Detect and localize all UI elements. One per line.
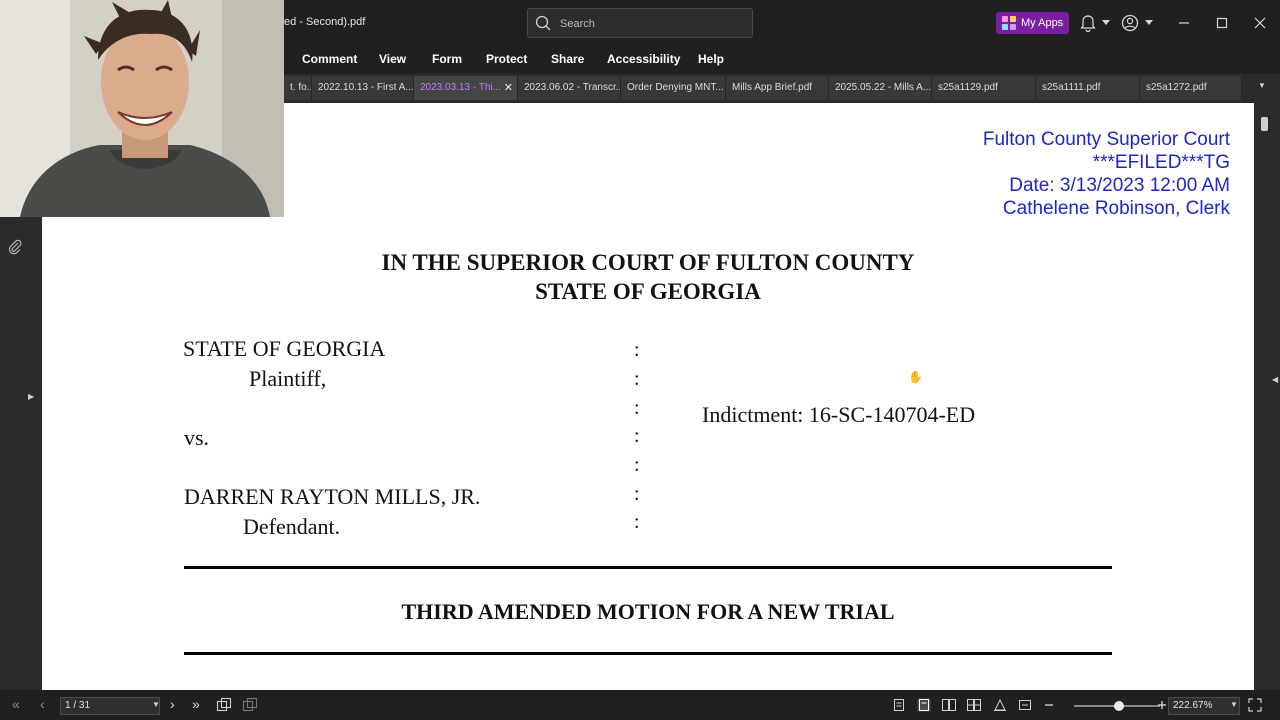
tab-document[interactable]: t. fo... bbox=[284, 76, 312, 100]
my-apps-button[interactable]: My Apps bbox=[996, 12, 1069, 34]
search-box[interactable] bbox=[527, 8, 753, 38]
chevron-down-icon[interactable] bbox=[1102, 20, 1110, 26]
motion-title: THIRD AMENDED MOTION FOR A NEW TRIAL bbox=[401, 599, 895, 624]
two-page-continuous-icon[interactable] bbox=[967, 698, 981, 712]
versus-text: vs. bbox=[184, 425, 210, 450]
caption-colon: : bbox=[634, 368, 640, 390]
menu-protect[interactable]: Protect bbox=[486, 52, 527, 66]
court-name: IN THE SUPERIOR COURT OF FULTON COUNTY bbox=[381, 250, 915, 275]
tab-label: t. fo... bbox=[290, 82, 312, 93]
menu-share[interactable]: Share bbox=[551, 52, 584, 66]
expand-right-panel-icon[interactable]: ◀ bbox=[1272, 375, 1278, 384]
maximize-icon[interactable] bbox=[1211, 12, 1233, 34]
single-page-view-icon[interactable] bbox=[892, 698, 906, 712]
defendant-role: Defendant. bbox=[243, 514, 341, 539]
tab-label: Order Denying MNT... bbox=[627, 82, 724, 93]
efiling-stamp: Fulton County Superior Court ***EFILED**… bbox=[983, 128, 1230, 220]
expand-left-panel-icon[interactable]: ▶ bbox=[28, 392, 34, 401]
attachment-icon[interactable] bbox=[8, 239, 22, 255]
tab-document[interactable]: s25a1272.pdf bbox=[1140, 76, 1242, 100]
zoom-in-icon[interactable] bbox=[1155, 698, 1169, 712]
left-sidebar bbox=[0, 217, 30, 690]
menu-form[interactable]: Form bbox=[432, 52, 462, 66]
menu-view[interactable]: View bbox=[379, 52, 406, 66]
stamp-line: ***EFILED***TG bbox=[1092, 152, 1230, 173]
caption-colon: : bbox=[634, 397, 640, 419]
last-page-icon[interactable]: » bbox=[192, 697, 200, 711]
tab-label: Mills App Brief.pdf bbox=[732, 82, 813, 93]
tab-document[interactable]: 2022.10.13 - First A... bbox=[312, 76, 414, 100]
tab-document[interactable]: 2023.06.02 - Transcr... bbox=[518, 76, 621, 100]
tab-label: 2023.06.02 - Transcr... bbox=[524, 82, 621, 93]
chevron-down-icon[interactable]: ▼ bbox=[1230, 700, 1238, 709]
caption-colon: : bbox=[634, 483, 640, 505]
tab-label: s25a1129.pdf bbox=[938, 82, 998, 93]
vertical-scrollbar[interactable] bbox=[1258, 103, 1272, 690]
court-state: STATE OF GEORGIA bbox=[535, 279, 761, 304]
next-page-icon[interactable]: › bbox=[170, 697, 175, 711]
search-icon bbox=[535, 15, 551, 31]
menu-bar: Comment View Form Protect Share Accessib… bbox=[284, 46, 1280, 74]
divider-rule bbox=[184, 652, 1112, 655]
caption-colon: : bbox=[634, 425, 640, 447]
divider-rule bbox=[184, 566, 1112, 569]
court-heading: IN THE SUPERIOR COURT OF FULTON COUNTY S… bbox=[42, 248, 1254, 306]
chevron-down-icon[interactable]: ▼ bbox=[152, 700, 160, 709]
stamp-line: Date: 3/13/2023 12:00 AM bbox=[1009, 175, 1230, 196]
pdf-editor-window: ed - Second).pdf My Apps Comme bbox=[0, 0, 1280, 720]
webcam-overlay bbox=[0, 0, 284, 217]
scrollbar-thumb[interactable] bbox=[1261, 117, 1268, 131]
continuous-view-icon[interactable] bbox=[917, 698, 931, 712]
indictment-number: Indictment: 16-SC-140704-ED bbox=[702, 402, 976, 427]
two-page-view-icon[interactable] bbox=[942, 698, 956, 712]
document-tabs: t. fo... 2022.10.13 - First A... 2023.03… bbox=[284, 76, 1280, 100]
chevron-down-icon[interactable] bbox=[1145, 20, 1153, 26]
tab-label: 2022.10.13 - First A... bbox=[318, 82, 414, 93]
tab-document[interactable]: Mills App Brief.pdf bbox=[726, 76, 829, 100]
close-tab-icon[interactable]: ✕ bbox=[504, 81, 513, 94]
defendant-name: DARREN RAYTON MILLS, JR. bbox=[184, 484, 481, 509]
my-apps-label: My Apps bbox=[1021, 17, 1064, 29]
tab-document-active[interactable]: 2023.03.13 - Thi... ✕ bbox=[414, 76, 518, 100]
close-icon[interactable] bbox=[1249, 12, 1271, 34]
caption-colon: : bbox=[634, 454, 640, 476]
caption-colon: : bbox=[634, 339, 640, 361]
presenter-video-image bbox=[0, 0, 284, 217]
copy-page-icon[interactable] bbox=[216, 697, 232, 713]
tab-label: 2025.05.22 - Mills A... bbox=[835, 82, 932, 93]
tab-label: 2023.03.13 - Thi... bbox=[420, 82, 501, 93]
menu-help[interactable]: Help bbox=[698, 52, 724, 66]
tab-overflow-icon[interactable]: ▼ bbox=[1258, 81, 1266, 90]
stamp-line: Fulton County Superior Court bbox=[982, 129, 1230, 150]
tab-label: s25a1111.pdf bbox=[1042, 82, 1101, 93]
page-number-field[interactable]: 1 / 31 bbox=[60, 697, 160, 715]
prev-page-icon[interactable]: ‹ bbox=[40, 697, 45, 711]
fullscreen-icon[interactable] bbox=[1248, 698, 1262, 712]
search-input[interactable] bbox=[560, 16, 740, 32]
menu-comment[interactable]: Comment bbox=[302, 52, 357, 66]
tab-document[interactable]: Order Denying MNT... bbox=[621, 76, 726, 100]
tab-document[interactable]: s25a1111.pdf bbox=[1036, 76, 1140, 100]
tab-document[interactable]: 2025.05.22 - Mills A... bbox=[829, 76, 932, 100]
fit-width-icon[interactable] bbox=[1018, 698, 1032, 712]
tab-label: s25a1272.pdf bbox=[1146, 82, 1207, 93]
plaintiff-role: Plaintiff, bbox=[249, 366, 327, 391]
zoom-out-icon[interactable] bbox=[1042, 698, 1056, 712]
zoom-slider-thumb[interactable] bbox=[1113, 701, 1124, 711]
caption-colon: : bbox=[634, 511, 640, 533]
plaintiff-name: STATE OF GEORGIA bbox=[183, 336, 386, 361]
paste-page-icon[interactable] bbox=[242, 697, 258, 713]
apps-grid-icon bbox=[1002, 16, 1016, 30]
stamp-line: Cathelene Robinson, Clerk bbox=[1002, 198, 1230, 219]
minimize-icon[interactable] bbox=[1173, 12, 1195, 34]
read-mode-icon[interactable] bbox=[993, 698, 1007, 712]
menu-accessibility[interactable]: Accessibility bbox=[607, 52, 680, 66]
bell-icon[interactable] bbox=[1080, 14, 1096, 32]
tab-document[interactable]: s25a1129.pdf bbox=[932, 76, 1036, 100]
first-page-icon[interactable]: « bbox=[12, 697, 20, 711]
hand-cursor-icon: ✋ bbox=[908, 370, 923, 384]
account-icon[interactable] bbox=[1121, 14, 1139, 32]
document-title: ed - Second).pdf bbox=[284, 16, 366, 28]
